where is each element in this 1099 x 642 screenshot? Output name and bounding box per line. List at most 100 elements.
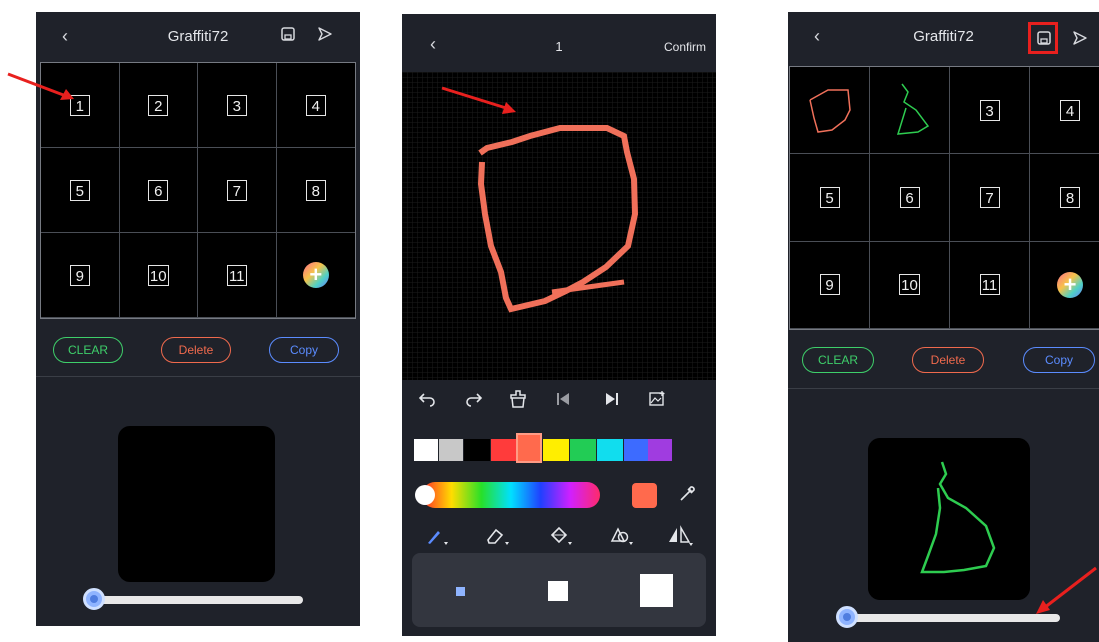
- save-icon[interactable]: [280, 26, 296, 42]
- undo-icon[interactable]: [418, 390, 436, 408]
- grid-cell[interactable]: 5: [41, 148, 120, 233]
- color-swatch[interactable]: [464, 439, 490, 461]
- grid-cell-drawing-red[interactable]: [790, 67, 870, 155]
- annotation-arrow: [7, 72, 74, 100]
- graffiti-grid: 3 4 5 6 7 8 9 10 11 +: [789, 66, 1099, 330]
- color-swatch[interactable]: [624, 439, 648, 461]
- grid-cell[interactable]: 11: [950, 241, 1030, 329]
- color-swatch[interactable]: [543, 439, 569, 461]
- prev-frame-icon[interactable]: [555, 391, 571, 407]
- redo-icon[interactable]: [465, 390, 483, 408]
- cell-number: 5: [69, 179, 90, 201]
- color-swatch[interactable]: [439, 439, 463, 461]
- color-swatch[interactable]: [570, 439, 596, 461]
- color-swatch[interactable]: [597, 439, 623, 461]
- copy-button[interactable]: Copy: [1023, 347, 1095, 373]
- cell-number: 5: [819, 186, 840, 208]
- cell-number: 6: [148, 179, 169, 201]
- thumbnail-drawing: [896, 83, 929, 136]
- send-icon[interactable]: [1072, 30, 1088, 46]
- clear-button[interactable]: CLEAR: [802, 347, 874, 373]
- delete-button[interactable]: Delete: [912, 347, 984, 373]
- preview-canvas: [868, 438, 1030, 600]
- next-frame-icon[interactable]: [604, 391, 620, 407]
- thumbnail-drawing: [808, 89, 851, 133]
- divider: [36, 376, 360, 377]
- fill-bucket-icon[interactable]: [548, 525, 574, 547]
- grid-cell[interactable]: 3: [198, 63, 277, 148]
- cell-number: 11: [226, 264, 247, 286]
- cell-number: 7: [979, 186, 1000, 208]
- brush-size-panel: [412, 553, 706, 627]
- grid-cell[interactable]: 10: [870, 241, 950, 329]
- clear-button[interactable]: CLEAR: [53, 337, 123, 363]
- cell-number: 6: [899, 186, 920, 208]
- send-icon[interactable]: [317, 26, 333, 42]
- delete-button[interactable]: Delete: [161, 337, 231, 363]
- add-image-icon[interactable]: [648, 390, 666, 408]
- cell-number: 7: [226, 179, 247, 201]
- header: ‹ Graffiti72: [788, 12, 1099, 62]
- cell-number: 11: [979, 274, 1000, 296]
- header: ‹ 1 Confirm: [402, 14, 716, 70]
- speed-slider-track[interactable]: [96, 596, 303, 604]
- cell-number: 3: [979, 99, 1000, 121]
- annotation-arrow: [441, 86, 516, 114]
- grid-cell[interactable]: 7: [950, 154, 1030, 242]
- preview-canvas: [118, 426, 275, 582]
- grid-cell[interactable]: 4: [1030, 67, 1099, 155]
- cell-number: 8: [305, 179, 326, 201]
- brush-size-medium[interactable]: [548, 581, 568, 601]
- confirm-button[interactable]: Confirm: [664, 40, 706, 54]
- cell-number: 10: [147, 264, 169, 286]
- cell-number: 3: [226, 94, 247, 116]
- grid-cell[interactable]: 11: [198, 233, 277, 318]
- grid-cell[interactable]: 9: [41, 233, 120, 318]
- cell-number: 4: [305, 94, 326, 116]
- speed-slider-track[interactable]: [850, 614, 1060, 622]
- phone-screen-list-updated: ‹ Graffiti72 3 4 5 6 7 8 9 10 11 + CLEAR…: [788, 12, 1099, 642]
- color-swatch-selected[interactable]: [516, 433, 542, 463]
- grid-cell[interactable]: 8: [276, 148, 355, 233]
- annotation-arrow: [1036, 566, 1097, 614]
- brush-size-small[interactable]: [456, 587, 465, 596]
- shape-icon[interactable]: [609, 525, 635, 547]
- speed-icon[interactable]: [836, 606, 858, 628]
- grid-cell[interactable]: 8: [1030, 154, 1099, 242]
- speed-icon[interactable]: [83, 588, 105, 610]
- color-swatch[interactable]: [491, 439, 517, 461]
- hue-slider[interactable]: [422, 482, 600, 508]
- color-swatch[interactable]: [648, 439, 672, 461]
- color-swatch[interactable]: [414, 439, 438, 461]
- eraser-icon[interactable]: [485, 526, 511, 546]
- hue-slider-handle[interactable]: [415, 485, 435, 505]
- brush-icon[interactable]: [426, 526, 450, 546]
- copy-button[interactable]: Copy: [269, 337, 339, 363]
- mirror-icon[interactable]: [666, 525, 694, 547]
- cell-number: 8: [1060, 186, 1080, 208]
- divider: [788, 388, 1099, 389]
- grid-cell-add[interactable]: +: [276, 233, 355, 318]
- cell-number: 4: [1060, 99, 1080, 121]
- grid-cell[interactable]: 6: [119, 148, 198, 233]
- grid-cell-drawing-green[interactable]: [870, 67, 950, 155]
- grid-cell[interactable]: 7: [198, 148, 277, 233]
- cell-number: 9: [819, 274, 840, 296]
- cell-number: 9: [69, 264, 90, 286]
- grid-cell[interactable]: 9: [790, 241, 870, 329]
- clear-canvas-icon[interactable]: [508, 389, 528, 409]
- current-color-swatch: [632, 483, 657, 508]
- grid-cell-add[interactable]: +: [1030, 242, 1099, 329]
- add-icon[interactable]: +: [1057, 271, 1083, 298]
- grid-cell[interactable]: 2: [119, 63, 198, 148]
- grid-cell[interactable]: 5: [790, 154, 870, 242]
- eyedropper-icon[interactable]: [678, 483, 698, 503]
- grid-cell[interactable]: 4: [276, 63, 355, 148]
- brush-size-large[interactable]: [640, 574, 673, 607]
- grid-cell[interactable]: 3: [950, 67, 1030, 155]
- cell-number: 2: [148, 94, 169, 116]
- grid-cell[interactable]: 10: [119, 233, 198, 318]
- grid-cell[interactable]: 6: [870, 154, 950, 242]
- add-icon[interactable]: +: [302, 262, 329, 288]
- annotation-highlight-box: [1028, 22, 1058, 54]
